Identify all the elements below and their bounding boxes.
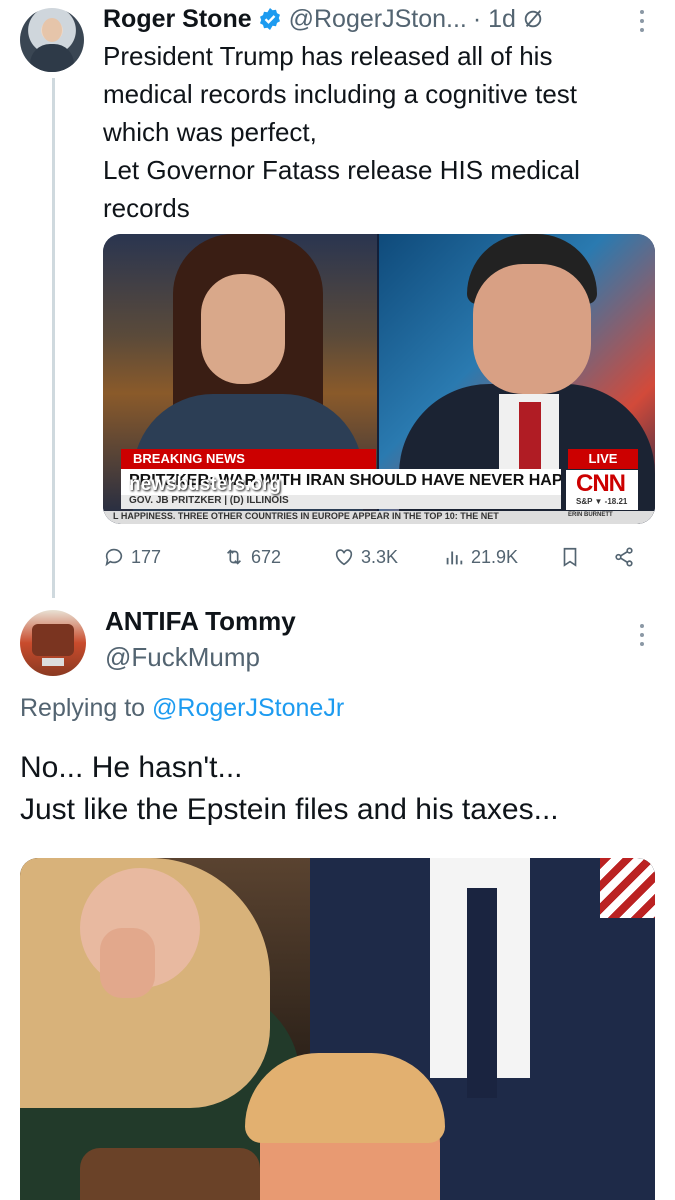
tweet-text-line: President Trump has released all of his [103, 41, 553, 71]
avatar[interactable] [20, 610, 86, 676]
tweet-text-line: records [103, 193, 190, 223]
tweet-text-line: Just like the Epstein files and his taxe… [20, 793, 559, 826]
more-icon[interactable] [639, 10, 645, 32]
tweet-media-image[interactable] [20, 858, 655, 1200]
author-handle[interactable]: @FuckMump [105, 642, 260, 673]
tweet-header: Roger Stone @RogerJSton... · 1d [103, 4, 544, 34]
tweet-text-line: No... He hasn't... [20, 751, 243, 784]
tweet-actions: 177 672 3.3K 21.9K [103, 540, 655, 574]
replying-prefix: Replying to [20, 694, 146, 722]
bookmark-button[interactable] [559, 546, 581, 568]
tweet-text: President Trump has released all of his … [103, 37, 663, 227]
tweet-media-image[interactable]: BREAKING NEWS LIVE PRITZKER: WAR WITH IR… [103, 234, 655, 524]
views-count: 21.9K [471, 546, 519, 567]
bookmark-icon [563, 547, 577, 567]
author-name[interactable]: Roger Stone [103, 5, 252, 34]
tweet-text-line: which was perfect, [103, 117, 317, 147]
repost-button[interactable]: 672 [223, 546, 281, 568]
tweet-text-line: medical records including a cognitive te… [103, 79, 578, 109]
live-label: LIVE [568, 449, 638, 469]
reply-button[interactable]: 177 [103, 546, 161, 568]
no-reply-icon [524, 10, 542, 28]
tweet-text: No... He hasn't... Just like the Epstein… [20, 747, 660, 831]
tweet-text-line: Let Governor Fatass release HIS medical [103, 155, 580, 185]
timestamp[interactable]: · 1d [473, 5, 516, 34]
watermark: newsbusters.org [129, 474, 282, 495]
reply-mention-link[interactable]: @RogerJStoneJr [152, 694, 344, 722]
author-handle[interactable]: @RogerJSton... [289, 5, 467, 34]
network-box: CNN S&P ▼ -18.21 [566, 470, 638, 510]
cnn-logo: CNN [576, 470, 626, 497]
views-icon [446, 551, 463, 565]
show-tag: ERIN BURNETT [568, 512, 613, 518]
market-ticker: S&P ▼ -18.21 [576, 497, 628, 506]
replying-to: Replying to @RogerJStoneJr [20, 694, 344, 723]
like-count: 3.3K [361, 546, 399, 567]
reply-icon [105, 548, 123, 567]
breaking-news-label: BREAKING NEWS [121, 449, 376, 469]
like-button[interactable]: 3.3K [333, 546, 398, 568]
verified-badge-icon [259, 8, 280, 30]
author-name[interactable]: ANTIFA Tommy [105, 606, 296, 637]
avatar[interactable] [20, 8, 84, 72]
repost-count: 672 [251, 546, 282, 567]
share-icon [615, 547, 633, 567]
thread-line [52, 78, 55, 598]
chyron-subline: GOV. JB PRITZKER | (D) ILLINOIS [121, 495, 561, 509]
reply-count: 177 [131, 546, 162, 567]
like-icon [335, 549, 353, 566]
repost-icon [226, 549, 242, 565]
more-icon[interactable] [639, 624, 645, 646]
share-button[interactable] [613, 546, 635, 568]
views-button[interactable]: 21.9K [443, 546, 518, 568]
